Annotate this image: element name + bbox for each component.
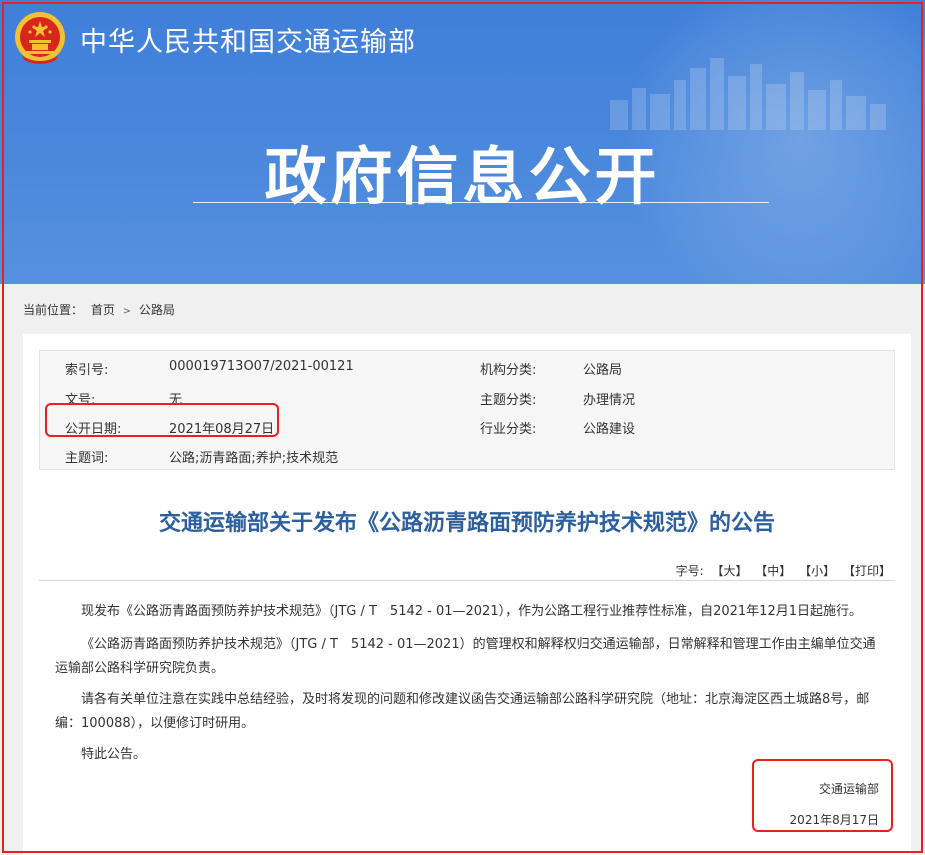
- paragraph-text: 请各有关单位注意在实践中总结经验，及时将发现的问题和修改建议函告交通运输部公路科…: [55, 692, 870, 731]
- meta-row-docno: 文号: 无 主题分类: 办理情况: [40, 382, 896, 412]
- meta-row-date: 公开日期: 2021年08月27日 行业分类: 公路建设: [40, 411, 896, 441]
- industry-value: 公路建设: [583, 422, 636, 437]
- meta-row-index: 索引号: 000019713O07/2021-00121 机构分类: 公路局: [40, 352, 896, 382]
- paragraph-text: 现发布《公路沥青路面预防养护技术规范》（JTG / T 5142 - 01—20…: [81, 604, 862, 619]
- national-emblem-icon: [15, 12, 65, 64]
- sign-date: 2021年8月17日: [789, 813, 879, 827]
- topic-label: 主题分类:: [480, 393, 537, 408]
- industry-label: 行业分类:: [480, 422, 537, 437]
- paragraph-1: 现发布《公路沥青路面预防养护技术规范》（JTG / T 5142 - 01—20…: [55, 600, 883, 624]
- index-no-value: 000019713O07/2021-00121: [169, 359, 354, 374]
- keywords-label: 主题词:: [65, 451, 109, 466]
- font-large-button[interactable]: 【大】: [711, 564, 747, 578]
- paragraph-3: 请各有关单位注意在实践中总结经验，及时将发现的问题和修改建议函告交通运输部公路科…: [55, 688, 883, 736]
- breadcrumb-home[interactable]: 首页: [91, 303, 115, 317]
- paragraph-text: 《公路沥青路面预防养护技术规范》（JTG / T 5142 - 01—2021）…: [55, 637, 876, 676]
- keywords-value: 公路;沥青路面;养护;技术规范: [169, 451, 339, 466]
- paragraph-text: 特此公告。: [81, 747, 147, 762]
- topic-value: 办理情况: [583, 393, 636, 408]
- paragraph-4: 特此公告。: [55, 743, 883, 767]
- breadcrumb: 当前位置： 首页 > 公路局: [23, 301, 179, 318]
- index-no-label: 索引号:: [65, 363, 109, 378]
- banner-divider: [193, 202, 769, 203]
- ministry-name[interactable]: 中华人民共和国交通运输部: [80, 20, 416, 59]
- breadcrumb-separator: >: [122, 306, 132, 317]
- article-title: 交通运输部关于发布《公路沥青路面预防养护技术规范》的公告: [158, 511, 775, 536]
- font-small-button[interactable]: 【小】: [799, 564, 835, 578]
- paragraph-2: 《公路沥青路面预防养护技术规范》（JTG / T 5142 - 01—2021）…: [55, 633, 883, 681]
- header-banner: 中华人民共和国交通运输部 政府信息公开: [0, 0, 925, 284]
- font-size-label: 字号:: [675, 564, 704, 578]
- pub-date-value: 2021年08月27日: [169, 422, 275, 437]
- meta-row-keywords: 主题词: 公路;沥青路面;养护;技术规范: [40, 440, 896, 470]
- doc-no-label: 文号:: [65, 393, 96, 408]
- font-size-tools: 字号: 【大】 【中】 【小】 【打印】: [672, 562, 891, 579]
- org-value: 公路局: [583, 363, 623, 378]
- breadcrumb-highway-bureau[interactable]: 公路局: [139, 303, 175, 317]
- doc-no-value: 无: [169, 393, 183, 408]
- signature: 交通运输部: [818, 782, 879, 796]
- pub-date-label: 公开日期:: [65, 422, 122, 437]
- metadata-table: 索引号: 000019713O07/2021-00121 机构分类: 公路局 文…: [39, 350, 895, 470]
- title-divider: [39, 580, 895, 581]
- city-skyline-icon: [610, 58, 886, 130]
- org-label: 机构分类:: [480, 363, 537, 378]
- font-medium-button[interactable]: 【中】: [755, 564, 791, 578]
- breadcrumb-label: 当前位置：: [23, 303, 84, 317]
- print-button[interactable]: 【打印】: [843, 564, 891, 578]
